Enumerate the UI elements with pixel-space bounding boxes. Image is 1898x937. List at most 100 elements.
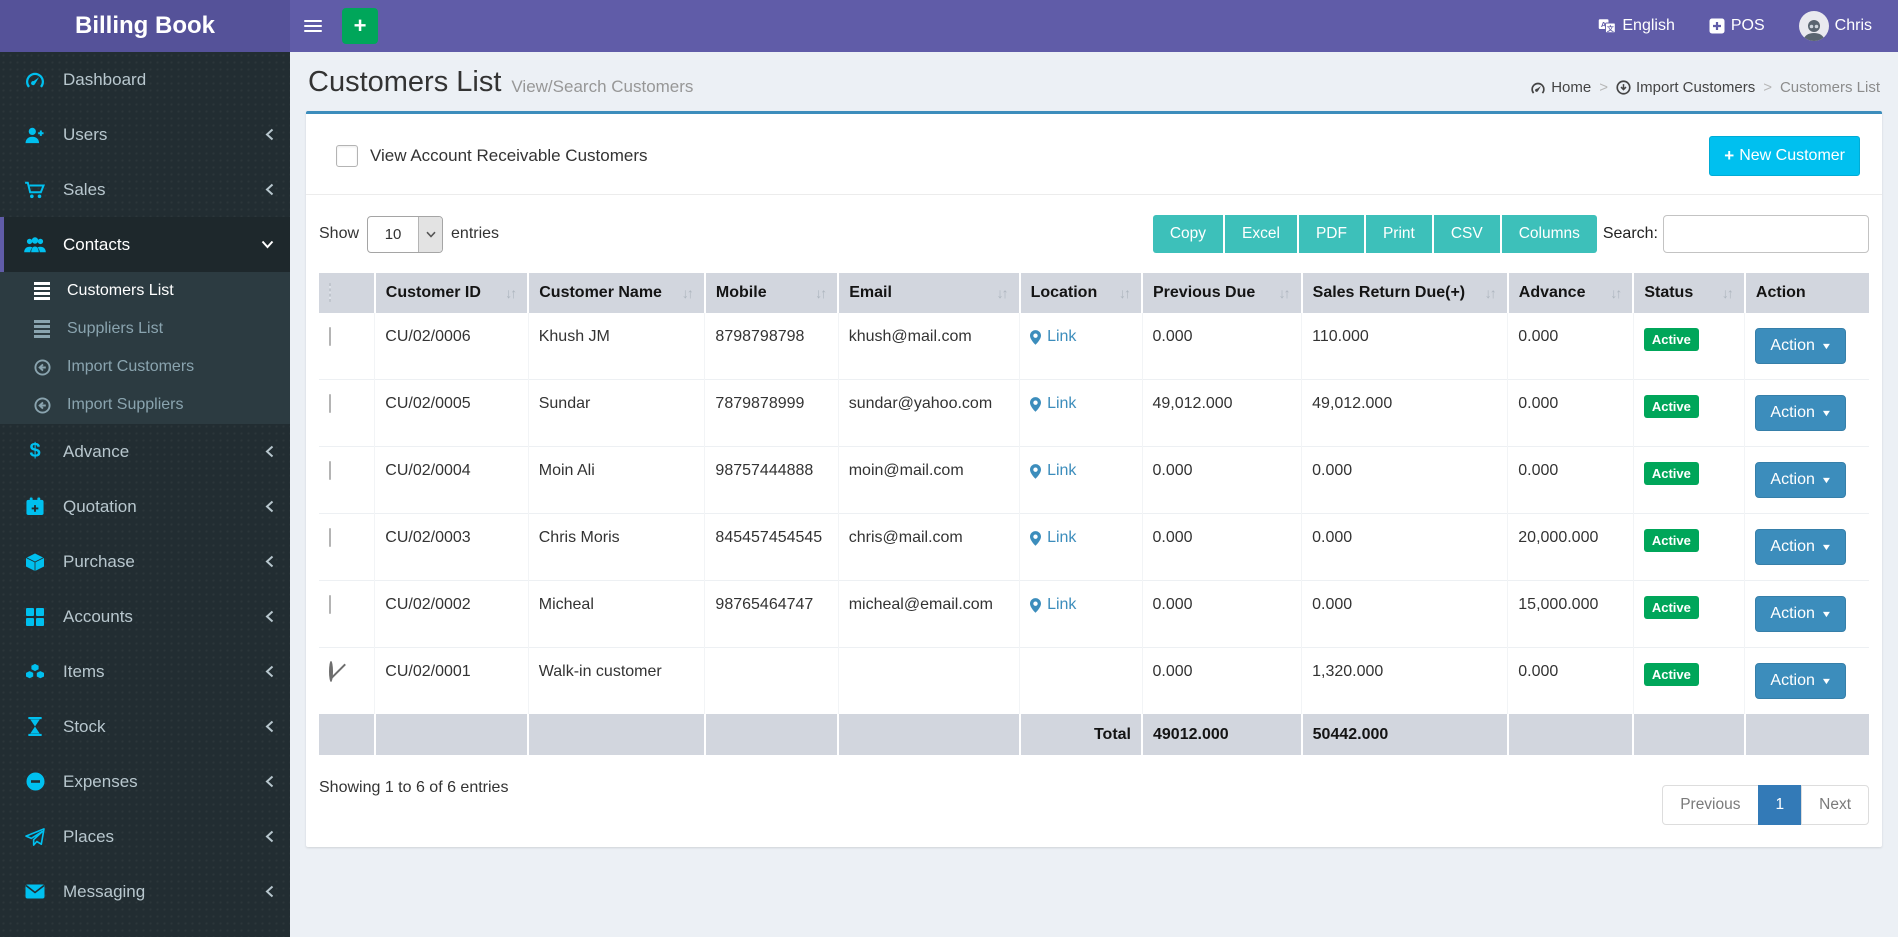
sidebar-item-messaging[interactable]: Messaging [0, 864, 290, 919]
sidebar-item-users[interactable]: Users [0, 107, 290, 162]
page-size-group: Show 10 entries [319, 216, 499, 253]
sidebar-item-contacts[interactable]: Contacts [0, 217, 290, 272]
app-logo[interactable]: Billing Book [0, 0, 290, 52]
select-all-checkbox[interactable] [329, 283, 331, 302]
sidebar-subitem-suppliers-list[interactable]: Suppliers List [0, 310, 290, 348]
sidebar-subitem-import-suppliers[interactable]: Import Suppliers [0, 386, 290, 424]
location-link[interactable]: Link [1030, 328, 1131, 346]
location-link[interactable]: Link [1030, 462, 1131, 480]
action-button[interactable]: Action▼ [1755, 462, 1845, 498]
users-group-icon [22, 236, 48, 254]
new-customer-button[interactable]: + New Customer [1709, 136, 1860, 176]
sidebar-item-expenses[interactable]: Expenses [0, 754, 290, 809]
sidebar-item-quotation[interactable]: Quotation [0, 479, 290, 534]
pdf-button[interactable]: PDF [1299, 215, 1366, 253]
sort-icon[interactable]: ↓↑ [1119, 285, 1131, 301]
column-header-customer-id[interactable]: Customer ID↓↑ [375, 273, 528, 313]
pos-menu[interactable]: POS [1709, 17, 1765, 35]
sidebar-item-places[interactable]: Places [0, 809, 290, 864]
sidebar-subitem-label: Customers List [67, 282, 174, 300]
sidebar-toggle-icon[interactable] [290, 0, 336, 52]
previous-page-button[interactable]: Previous [1662, 785, 1758, 825]
csv-button[interactable]: CSV [1434, 215, 1502, 253]
sidebar-subitem-import-customers[interactable]: Import Customers [0, 348, 290, 386]
receivable-checkbox-label: View Account Receivable Customers [370, 146, 648, 166]
location-link[interactable]: Link [1030, 395, 1131, 413]
sidebar-item-label: Stock [63, 717, 106, 737]
page-title: Customers List [308, 66, 501, 99]
table-row: CU/02/0005 Sundar 7879878999 sundar@yaho… [319, 380, 1869, 447]
location-link[interactable]: Link [1030, 596, 1131, 614]
chevron-left-icon [265, 885, 274, 898]
row-checkbox[interactable] [329, 595, 331, 614]
sort-icon[interactable]: ↓↑ [1722, 285, 1734, 301]
quick-add-button[interactable]: + [342, 8, 378, 44]
action-button[interactable]: Action▼ [1755, 596, 1845, 632]
cell-sales-return-due: 110.000 [1302, 313, 1508, 380]
sort-icon[interactable]: ↓↑ [997, 285, 1009, 301]
sidebar-item-advance[interactable]: $ Advance [0, 424, 290, 479]
column-header-location[interactable]: Location↓↑ [1020, 273, 1142, 313]
columns-button[interactable]: Columns [1502, 215, 1597, 253]
column-header-mobile[interactable]: Mobile↓↑ [705, 273, 838, 313]
breadcrumb-separator: > [1763, 79, 1772, 96]
copy-button[interactable]: Copy [1153, 215, 1225, 253]
sort-icon[interactable]: ↓↑ [1279, 285, 1291, 301]
cell-mobile: 7879878999 [705, 380, 838, 447]
sidebar-item-accounts[interactable]: Accounts [0, 589, 290, 644]
column-header-advance[interactable]: Advance↓↑ [1508, 273, 1634, 313]
sort-icon[interactable]: ↓↑ [1610, 285, 1622, 301]
column-header-sales-return-due[interactable]: Sales Return Due(+)↓↑ [1302, 273, 1508, 313]
table-pagination-row: Showing 1 to 6 of 6 entries Previous 1 N… [306, 755, 1882, 847]
column-header-customer-name[interactable]: Customer Name↓↑ [528, 273, 705, 313]
map-pin-icon [1030, 598, 1041, 613]
status-badge: Active [1644, 462, 1699, 485]
cell-customer-name: Moin Ali [528, 447, 705, 514]
breadcrumb-current: Customers List [1780, 79, 1880, 96]
sidebar-item-purchase[interactable]: Purchase [0, 534, 290, 589]
main-content: Customers List View/Search Customers Hom… [290, 52, 1898, 937]
row-checkbox[interactable] [329, 394, 331, 413]
sidebar-subitem-customers-list[interactable]: Customers List [0, 272, 290, 310]
sort-icon[interactable]: ↓↑ [505, 285, 517, 301]
action-button[interactable]: Action▼ [1755, 663, 1845, 699]
page-size-select[interactable]: 10 [367, 216, 443, 253]
cell-customer-id: CU/02/0001 [375, 648, 528, 715]
excel-button[interactable]: Excel [1225, 215, 1299, 253]
column-header-email[interactable]: Email↓↑ [838, 273, 1019, 313]
action-button[interactable]: Action▼ [1755, 328, 1845, 364]
sort-icon[interactable]: ↓↑ [1485, 285, 1497, 301]
language-menu[interactable]: A文 English [1598, 17, 1674, 35]
action-button[interactable]: Action▼ [1755, 529, 1845, 565]
customers-panel: View Account Receivable Customers + New … [306, 111, 1882, 847]
sidebar-item-dashboard[interactable]: Dashboard [0, 52, 290, 107]
sort-icon[interactable]: ↓↑ [682, 285, 694, 301]
minus-circle-icon [22, 772, 48, 791]
breadcrumb-separator: > [1599, 79, 1608, 96]
language-label: English [1622, 17, 1674, 35]
row-checkbox[interactable] [329, 461, 331, 480]
receivable-checkbox[interactable] [336, 145, 358, 167]
sidebar-item-sales[interactable]: Sales [0, 162, 290, 217]
chevron-left-icon [265, 555, 274, 568]
row-checkbox[interactable] [329, 327, 331, 346]
row-checkbox[interactable] [329, 528, 331, 547]
location-link[interactable]: Link [1030, 529, 1131, 547]
column-header-previous-due[interactable]: Previous Due↓↑ [1142, 273, 1302, 313]
next-page-button[interactable]: Next [1801, 785, 1869, 825]
sidebar-item-stock[interactable]: Stock [0, 699, 290, 754]
language-icon: A文 [1598, 18, 1616, 34]
breadcrumb-import-customers[interactable]: Import Customers [1616, 79, 1755, 96]
action-button[interactable]: Action▼ [1755, 395, 1845, 431]
sidebar-item-label: Expenses [63, 772, 138, 792]
list-icon [30, 320, 54, 338]
print-button[interactable]: Print [1366, 215, 1434, 253]
cell-customer-name: Sundar [528, 380, 705, 447]
user-menu[interactable]: Chris [1799, 11, 1872, 41]
search-input[interactable] [1663, 215, 1869, 253]
sort-icon[interactable]: ↓↑ [815, 285, 827, 301]
column-header-status[interactable]: Status↓↑ [1633, 273, 1745, 313]
sidebar-item-items[interactable]: Items [0, 644, 290, 699]
breadcrumb-home[interactable]: Home [1530, 79, 1591, 96]
page-1-button[interactable]: 1 [1758, 785, 1803, 825]
